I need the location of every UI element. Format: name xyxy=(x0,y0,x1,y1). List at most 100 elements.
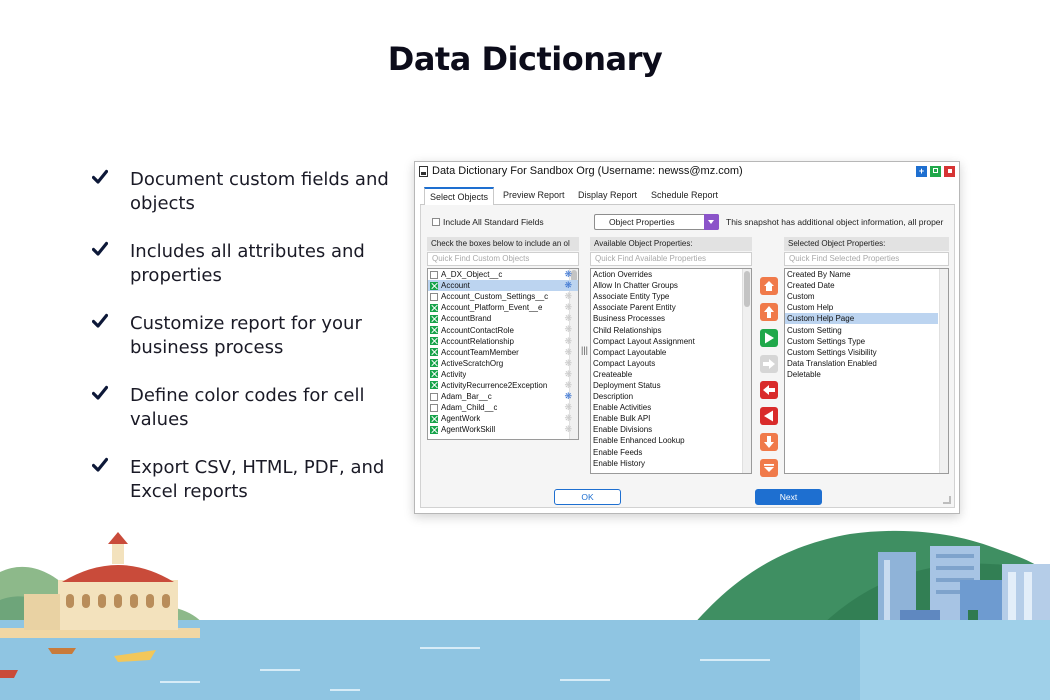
properties-dropdown[interactable]: Object Properties xyxy=(594,214,719,230)
object-checkbox[interactable] xyxy=(430,348,438,357)
remove-left-button[interactable] xyxy=(760,381,778,399)
tab-select-objects[interactable]: Select Objects xyxy=(424,187,495,206)
move-up-button[interactable] xyxy=(760,303,778,321)
object-name: A_DX_Object__c xyxy=(441,270,503,280)
selected-property-item[interactable]: Custom Help Page xyxy=(785,313,938,325)
object-name: AccountRelationship xyxy=(441,336,514,346)
object-row[interactable]: Adam_Child__c ❋ xyxy=(428,402,578,413)
object-row[interactable]: Account_Custom_Settings__c ❋ xyxy=(428,291,578,302)
selected-property-item[interactable]: Data Translation Enabled xyxy=(785,358,938,369)
available-property-item[interactable]: Enable History xyxy=(591,458,751,469)
object-checkbox[interactable] xyxy=(430,281,438,290)
remove-left-icon xyxy=(760,381,778,399)
include-standard-checkbox[interactable] xyxy=(432,218,440,226)
object-row[interactable]: Account_Platform_Event__e ❋ xyxy=(428,302,578,313)
available-property-item[interactable]: Enable Divisions xyxy=(591,424,751,435)
move-top-icon xyxy=(760,277,778,295)
move-bottom-button[interactable] xyxy=(760,459,778,477)
move-top-button[interactable] xyxy=(760,277,778,295)
close-button[interactable] xyxy=(944,166,955,177)
available-property-item[interactable]: Allow In Chatter Groups xyxy=(591,280,751,291)
object-checkbox[interactable] xyxy=(430,314,438,323)
selected-property-item[interactable]: Custom Settings Type xyxy=(785,336,938,347)
available-property-item[interactable]: Enable Bulk API xyxy=(591,413,751,424)
available-property-item[interactable]: Enable Enhanced Lookup xyxy=(591,435,751,446)
available-property-item[interactable]: Createable xyxy=(591,369,751,380)
tab-schedule-report[interactable]: Schedule Report xyxy=(646,187,723,205)
available-property-item[interactable]: Enable Activities xyxy=(591,402,751,413)
remove-all-left-button[interactable] xyxy=(760,407,778,425)
checkmark-icon xyxy=(92,384,130,401)
chevron-down-icon[interactable] xyxy=(704,214,719,230)
selected-property-item[interactable]: Custom Setting xyxy=(785,324,938,335)
ok-button[interactable]: OK xyxy=(554,489,621,505)
object-name: ActiveScratchOrg xyxy=(441,358,504,368)
object-checkbox[interactable] xyxy=(430,326,438,335)
available-property-item[interactable]: Compact Layout Assignment xyxy=(591,336,751,347)
add-right-button[interactable] xyxy=(760,329,778,347)
available-property-item[interactable]: Compact Layoutable xyxy=(591,347,751,358)
object-row[interactable]: AgentWork ❋ xyxy=(428,413,578,424)
object-row[interactable]: ActiveScratchOrg ❋ xyxy=(428,358,578,369)
object-row[interactable]: Account ❋ xyxy=(428,280,578,292)
available-property-item[interactable]: Associate Parent Entity xyxy=(591,302,751,313)
available-property-item[interactable]: Description xyxy=(591,391,751,402)
object-checkbox[interactable] xyxy=(430,381,438,390)
object-row[interactable]: AccountRelationship ❋ xyxy=(428,336,578,347)
object-checkbox[interactable] xyxy=(430,303,438,312)
object-checkbox[interactable] xyxy=(430,414,438,423)
object-row[interactable]: ActivityRecurrence2Exception ❋ xyxy=(428,380,578,391)
asterisk-icon: ❋ xyxy=(564,391,572,402)
asterisk-icon: ❋ xyxy=(564,302,572,313)
object-checkbox[interactable] xyxy=(430,392,438,401)
resize-grip-icon[interactable] xyxy=(943,496,951,504)
feature-text: Document custom fields and objects xyxy=(130,169,389,214)
tab-display-report[interactable]: Display Report xyxy=(573,187,642,205)
object-row[interactable]: A_DX_Object__c ❋ xyxy=(428,269,578,280)
selected-property-item[interactable]: Created By Name xyxy=(785,269,938,280)
selected-search-input[interactable]: Quick Find Selected Properties xyxy=(784,252,949,266)
available-property-item[interactable]: Compact Layouts xyxy=(591,358,751,369)
selected-property-item[interactable]: Custom xyxy=(785,291,938,302)
selected-property-item[interactable]: Created Date xyxy=(785,280,938,291)
object-checkbox[interactable] xyxy=(430,370,438,379)
selected-scrollbar[interactable] xyxy=(939,269,948,473)
objects-header: Check the boxes below to include an ol xyxy=(427,237,579,251)
minimize-button[interactable]: + xyxy=(916,166,927,177)
selected-property-item[interactable]: Custom Help xyxy=(785,302,938,313)
selected-property-item[interactable]: Custom Settings Visibility xyxy=(785,347,938,358)
next-button[interactable]: Next xyxy=(755,489,822,505)
available-property-item[interactable]: Action Overrides xyxy=(591,269,751,280)
maximize-button[interactable] xyxy=(930,166,941,177)
asterisk-icon: ❋ xyxy=(564,346,572,357)
object-row[interactable]: AccountBrand ❋ xyxy=(428,313,578,324)
object-row[interactable]: Adam_Bar__c ❋ xyxy=(428,391,578,402)
available-property-item[interactable]: Business Processes xyxy=(591,313,751,324)
available-property-item[interactable]: Associate Entity Type xyxy=(591,291,751,302)
object-checkbox[interactable] xyxy=(430,292,438,301)
add-all-right-button[interactable] xyxy=(760,355,778,373)
object-row[interactable]: AccountContactRole ❋ xyxy=(428,324,578,335)
object-checkbox[interactable] xyxy=(430,403,438,412)
object-checkbox[interactable] xyxy=(430,270,438,279)
object-checkbox[interactable] xyxy=(430,337,438,346)
checkmark-icon xyxy=(92,312,130,329)
object-name: AgentWork xyxy=(441,414,481,424)
available-property-item[interactable]: Deployment Status xyxy=(591,380,751,391)
splitter-handle[interactable]: ||| xyxy=(581,345,588,355)
move-down-button[interactable] xyxy=(760,433,778,451)
selected-property-item[interactable]: Deletable xyxy=(785,369,938,380)
object-row[interactable]: Activity ❋ xyxy=(428,369,578,380)
asterisk-icon: ❋ xyxy=(564,335,572,346)
available-search-input[interactable]: Quick Find Available Properties xyxy=(590,252,752,266)
object-name: ActivityRecurrence2Exception xyxy=(441,380,548,390)
object-checkbox[interactable] xyxy=(430,359,438,368)
object-checkbox[interactable] xyxy=(430,425,438,434)
object-row[interactable]: AgentWorkSkill ❋ xyxy=(428,424,578,435)
objects-search-input[interactable]: Quick Find Custom Objects xyxy=(427,252,579,266)
include-standard-fields[interactable]: Include All Standard Fields xyxy=(432,217,544,227)
object-row[interactable]: AccountTeamMember ❋ xyxy=(428,347,578,358)
available-property-item[interactable]: Enable Feeds xyxy=(591,447,751,458)
tab-preview-report[interactable]: Preview Report xyxy=(498,187,570,205)
available-property-item[interactable]: Child Relationships xyxy=(591,324,751,335)
